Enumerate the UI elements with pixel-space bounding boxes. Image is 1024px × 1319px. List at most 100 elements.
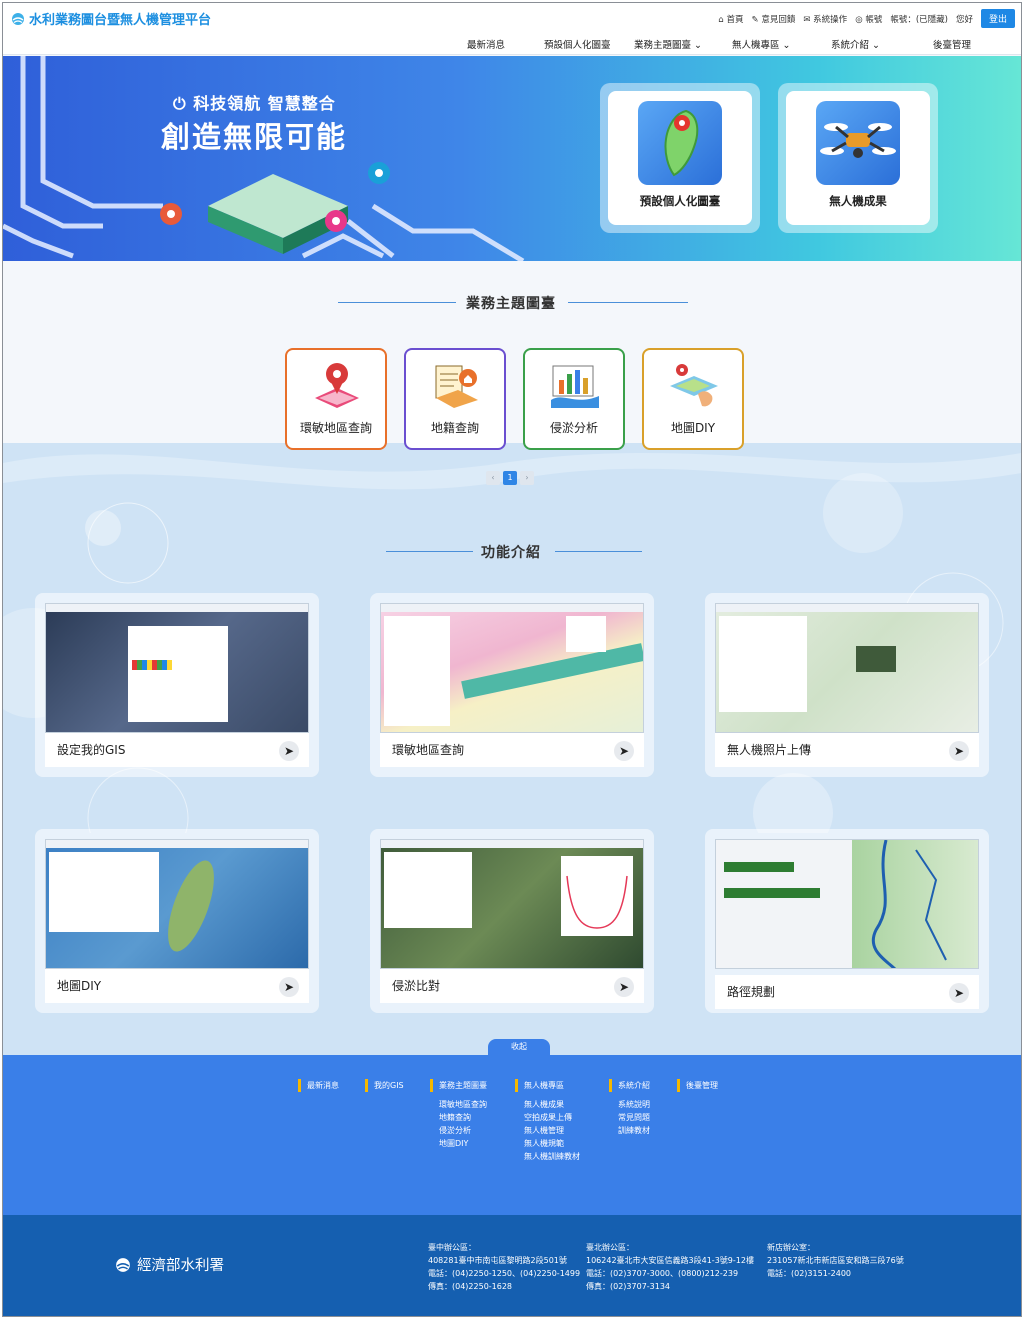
sediment-chart-icon — [551, 365, 599, 408]
site-title: 水利業務圖台暨無人機管理平台 — [29, 13, 212, 28]
water-drop-logo-icon — [116, 1257, 130, 1272]
theme-tile-label: 地籍查詢 — [430, 421, 479, 435]
sitemap-link[interactable]: 環敏地區查詢 — [430, 1098, 487, 1111]
sitemap-link[interactable]: 常見問題 — [609, 1111, 650, 1124]
sitemap-col-my-gis: 我的GIS — [365, 1079, 404, 1098]
site-footer: 經濟部水利署 臺中辦公區： 408281臺中市南屯區黎明路2段501號 電話：(… — [3, 1215, 1021, 1316]
sitemap-heading[interactable]: 最新消息 — [298, 1079, 339, 1092]
map-diy-hand-icon — [670, 364, 718, 407]
feature-caption: 侵淤比對 ➤ — [380, 969, 644, 1003]
feature-screenshot — [45, 603, 309, 733]
sitemap-col-business-map: 業務主題圖臺 環敏地區查詢 地籍查詢 侵淤分析 地圖DIY — [430, 1079, 487, 1150]
feature-screenshot — [380, 839, 644, 969]
footer-sitemap: 最新消息 我的GIS 業務主題圖臺 環敏地區查詢 地籍查詢 侵淤分析 地圖DIY… — [3, 1055, 1021, 1215]
themes-title: 業務主題圖臺 — [466, 296, 556, 312]
collapse-button[interactable]: 收起 — [488, 1039, 550, 1055]
sitemap-col-news: 最新消息 — [298, 1079, 339, 1098]
utility-links: ⌂ 首頁 ✎ 意見回饋 ✉ 系統操作 ◎ 帳號 帳號：(已隱藏) 您好 登出 — [718, 9, 1015, 28]
feature-caption: 環敏地區查詢 ➤ — [380, 733, 644, 767]
sitemap-link[interactable]: 無人機訓練教材 — [515, 1150, 580, 1163]
logout-button[interactable]: 登出 — [980, 9, 1015, 28]
page-frame: 水利業務圖台暨無人機管理平台 ⌂ 首頁 ✎ 意見回饋 ✉ 系統操作 ◎ 帳號 帳… — [2, 2, 1022, 1317]
ministry-brand: 經濟部水利署 — [115, 1254, 224, 1275]
office-taichung: 臺中辦公區： 408281臺中市南屯區黎明路2段501號 電話：(04)2250… — [428, 1243, 581, 1291]
theme-tile-cadastre[interactable]: 地籍查詢 — [404, 348, 506, 450]
account-link[interactable]: ◎ 帳號 — [855, 13, 882, 25]
feature-screenshot — [380, 603, 644, 733]
greeting-text: 您好 — [955, 14, 973, 25]
nav-drone-zone[interactable]: 無人機專區 ⌄ — [732, 37, 790, 51]
navigate-arrow-icon[interactable]: ➤ — [949, 741, 969, 761]
sitemap-link[interactable]: 地籍查詢 — [430, 1111, 487, 1124]
office-taipei: 臺北辦公區： 106242臺北市大安區信義路3段41-3號9-12樓 電話：(0… — [586, 1243, 754, 1291]
feature-screenshot — [715, 603, 979, 733]
feature-card-drone-upload[interactable]: 無人機照片上傳 ➤ — [705, 593, 989, 777]
feature-card-my-gis[interactable]: 設定我的GIS ➤ — [35, 593, 319, 777]
sitemap-heading[interactable]: 後臺管理 — [677, 1079, 718, 1092]
hero-card-label: 預設個人化圖臺 — [639, 194, 721, 208]
feedback-link[interactable]: ✎ 意見回饋 — [752, 13, 796, 25]
home-link[interactable]: ⌂ 首頁 — [718, 13, 743, 25]
sitemap-link[interactable]: 侵淤分析 — [430, 1124, 487, 1137]
nav-news[interactable]: 最新消息 — [467, 37, 505, 51]
feature-card-route-planning[interactable]: 路徑規劃 ➤ — [705, 829, 989, 1013]
sitemap-link[interactable]: 訓練教材 — [609, 1124, 650, 1137]
circuit-lines-decoration — [3, 56, 525, 261]
sitemap-link[interactable]: 無人機規範 — [515, 1137, 580, 1150]
hero-card-personal-map[interactable]: 預設個人化圖臺 — [600, 83, 760, 233]
site-brand[interactable]: 水利業務圖台暨無人機管理平台 — [11, 9, 211, 28]
sitemap-col-admin: 後臺管理 — [677, 1079, 718, 1098]
sitemap-heading[interactable]: 系統介紹 — [609, 1079, 650, 1092]
feature-card-map-diy[interactable]: 地圖DIY ➤ — [35, 829, 319, 1013]
sitemap-link[interactable]: 空拍成果上傳 — [515, 1111, 580, 1124]
navigate-arrow-icon[interactable]: ➤ — [279, 741, 299, 761]
hero-slogan-main: 創造無限可能 — [161, 120, 348, 154]
sitemap-link[interactable]: 無人機管理 — [515, 1124, 580, 1137]
navigate-arrow-icon[interactable]: ➤ — [614, 741, 634, 761]
theme-tile-label: 地圖DIY — [670, 421, 716, 435]
theme-tile-sediment[interactable]: 侵淤分析 — [523, 348, 625, 450]
sitemap-heading[interactable]: 業務主題圖臺 — [430, 1079, 487, 1092]
navigate-arrow-icon[interactable]: ➤ — [614, 977, 634, 997]
nav-admin[interactable]: 後臺管理 — [933, 37, 971, 51]
feature-caption: 設定我的GIS ➤ — [45, 733, 309, 767]
water-drop-logo-icon — [12, 12, 24, 25]
sitemap-link[interactable]: 系統說明 — [609, 1098, 650, 1111]
taiwan-map-icon — [638, 101, 722, 185]
hero-banner: ⏻ 科技領航 智慧整合 創造無限可能 預設個人化圖臺 無人機成果 — [3, 56, 1021, 261]
hero-card-drone[interactable]: 無人機成果 — [778, 83, 938, 233]
sitemap-col-system: 系統介紹 系統說明 常見問題 訓練教材 — [609, 1079, 650, 1137]
hero-slogan-top: ⏻ 科技領航 智慧整合 — [173, 94, 336, 113]
nav-system-intro[interactable]: 系統介紹 ⌄ — [831, 37, 880, 51]
cadastre-map-icon — [435, 365, 478, 408]
sitemap-heading[interactable]: 無人機專區 — [515, 1079, 580, 1092]
user-name: 帳號：(已隱藏) — [890, 14, 948, 25]
theme-tile-map-diy[interactable]: 地圖DIY — [642, 348, 744, 450]
feature-caption: 地圖DIY ➤ — [45, 969, 309, 1003]
theme-tile-label: 侵淤分析 — [549, 421, 598, 435]
feature-card-env-sensitive[interactable]: 環敏地區查詢 ➤ — [370, 593, 654, 777]
location-pin-map-icon — [315, 363, 359, 408]
navigate-arrow-icon[interactable]: ➤ — [279, 977, 299, 997]
feature-caption: 無人機照片上傳 ➤ — [715, 733, 979, 767]
nav-personal-map[interactable]: 預設個人化圖臺 — [544, 37, 611, 51]
theme-tile-label: 環敏地區查詢 — [299, 421, 372, 435]
top-header: 水利業務圖台暨無人機管理平台 ⌂ 首頁 ✎ 意見回饋 ✉ 系統操作 ◎ 帳號 帳… — [3, 3, 1021, 55]
ministry-name: 經濟部水利署 — [137, 1258, 224, 1274]
sitemap-col-drone: 無人機專區 無人機成果 空拍成果上傳 無人機管理 無人機規範 無人機訓練教材 — [515, 1079, 580, 1163]
theme-tile-env-sensitive[interactable]: 環敏地區查詢 — [285, 348, 387, 450]
features-title: 功能介紹 — [481, 545, 541, 561]
feature-caption: 路徑規劃 ➤ — [715, 975, 979, 1009]
feature-screenshot — [45, 839, 309, 969]
feature-screenshot — [715, 839, 979, 969]
sitemap-link[interactable]: 地圖DIY — [430, 1137, 487, 1150]
sitemap-link[interactable]: 無人機成果 — [515, 1098, 580, 1111]
sitemap-heading[interactable]: 我的GIS — [365, 1079, 404, 1092]
nav-business-map[interactable]: 業務主題圖臺 ⌄ — [634, 37, 702, 51]
navigate-arrow-icon[interactable]: ➤ — [949, 983, 969, 1003]
main-nav: 最新消息 預設個人化圖臺 業務主題圖臺 ⌄ 無人機專區 ⌄ 系統介紹 ⌄ 後臺管… — [3, 37, 1021, 51]
feature-card-sediment-compare[interactable]: 侵淤比對 ➤ — [370, 829, 654, 1013]
drone-icon — [816, 101, 900, 185]
hero-card-label: 無人機成果 — [829, 194, 887, 208]
system-link[interactable]: ✉ 系統操作 — [803, 13, 847, 25]
